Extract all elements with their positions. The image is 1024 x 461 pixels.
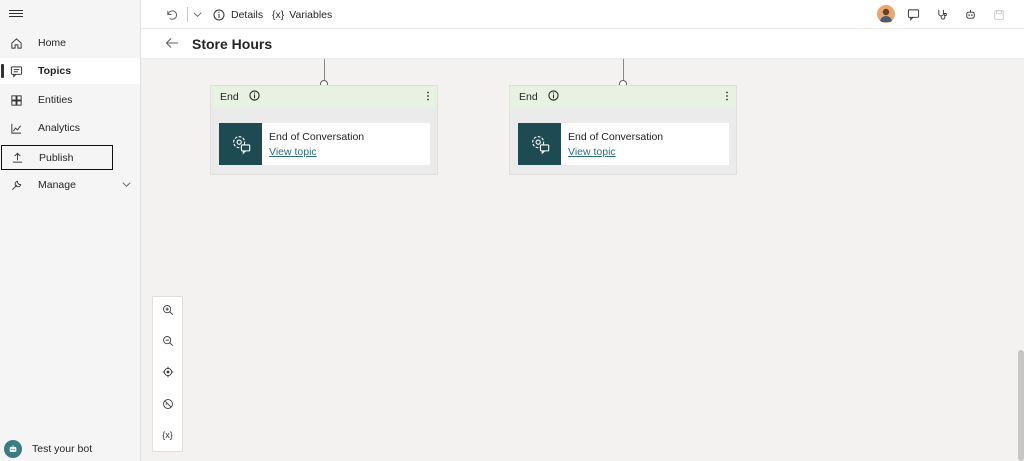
zoom-in-icon[interactable] bbox=[153, 298, 182, 322]
undo-icon[interactable] bbox=[165, 0, 178, 29]
sidebar-item-label: Publish bbox=[39, 151, 74, 164]
test-bot-label: Test your bot bbox=[32, 443, 93, 455]
back-arrow-icon[interactable] bbox=[165, 37, 179, 52]
variables-icon[interactable]: {x} bbox=[153, 423, 182, 447]
sidebar-item-publish[interactable]: Publish bbox=[1, 145, 113, 170]
sidebar-item-analytics[interactable]: Analytics bbox=[0, 115, 140, 141]
zoom-out-icon[interactable] bbox=[153, 329, 182, 353]
end-node[interactable]: End End of Conversation View topic bbox=[509, 85, 737, 175]
chart-icon bbox=[9, 121, 23, 135]
variables-button[interactable]: {x} Variables bbox=[272, 0, 332, 29]
wrench-icon bbox=[9, 178, 23, 192]
details-button[interactable]: Details bbox=[213, 0, 263, 29]
more-options-icon[interactable] bbox=[724, 90, 730, 105]
connector-line bbox=[324, 59, 325, 81]
sidebar-item-manage[interactable]: Manage bbox=[0, 172, 140, 198]
bot-icon bbox=[4, 440, 22, 458]
end-of-conversation-card: End of Conversation View topic bbox=[219, 123, 430, 165]
node-header: End bbox=[211, 86, 437, 108]
node-title: End bbox=[519, 91, 538, 103]
info-icon[interactable] bbox=[548, 90, 559, 104]
stethoscope-icon[interactable] bbox=[936, 0, 949, 29]
upload-icon bbox=[10, 151, 24, 165]
sidebar-item-label: Home bbox=[38, 37, 67, 49]
comment-icon[interactable] bbox=[907, 0, 920, 29]
home-icon bbox=[9, 36, 23, 50]
card-title: End of Conversation bbox=[568, 131, 664, 143]
bot-icon[interactable] bbox=[964, 0, 977, 29]
more-options-icon[interactable] bbox=[425, 90, 431, 105]
end-node[interactable]: End End of Conversation View topic bbox=[210, 85, 438, 175]
top-toolbar: Details {x} Variables bbox=[141, 0, 1024, 29]
recenter-icon[interactable] bbox=[153, 360, 182, 384]
sidebar-item-home[interactable]: Home bbox=[0, 30, 140, 56]
sidebar: Home Topics Entities Analytics Publish M… bbox=[0, 0, 141, 461]
chevron-down-icon[interactable] bbox=[192, 0, 203, 29]
variables-icon: {x} bbox=[272, 8, 285, 21]
gear-chat-icon bbox=[518, 123, 561, 165]
view-topic-link[interactable]: View topic bbox=[568, 146, 663, 158]
entities-icon bbox=[9, 93, 23, 107]
test-bot-button[interactable]: Test your bot bbox=[4, 440, 92, 458]
page-header: Store Hours bbox=[141, 29, 1024, 59]
sidebar-item-entities[interactable]: Entities bbox=[0, 87, 140, 113]
card-title: End of Conversation bbox=[269, 131, 365, 143]
save-icon[interactable] bbox=[993, 0, 1005, 29]
node-header: End bbox=[510, 86, 736, 108]
connector-line bbox=[623, 59, 624, 81]
details-label: Details bbox=[231, 8, 264, 21]
avatar[interactable] bbox=[877, 5, 895, 23]
hamburger-menu-icon[interactable] bbox=[9, 8, 23, 20]
vertical-scrollbar[interactable] bbox=[1018, 350, 1024, 461]
sidebar-item-label: Entities bbox=[38, 94, 73, 106]
variables-label: Variables bbox=[289, 8, 333, 21]
sidebar-item-label: Topics bbox=[38, 65, 72, 77]
fit-view-icon[interactable] bbox=[153, 392, 182, 416]
info-icon[interactable] bbox=[249, 90, 260, 104]
toolbar-divider bbox=[187, 7, 188, 22]
sidebar-item-topics[interactable]: Topics bbox=[0, 58, 140, 84]
view-topic-link[interactable]: View topic bbox=[269, 146, 364, 158]
sidebar-item-label: Analytics bbox=[38, 122, 81, 134]
chat-icon bbox=[9, 64, 23, 78]
page-title: Store Hours bbox=[192, 36, 273, 52]
end-of-conversation-card: End of Conversation View topic bbox=[518, 123, 729, 165]
info-icon bbox=[213, 9, 225, 20]
zoom-controls: {x} bbox=[152, 296, 183, 452]
chevron-down-icon[interactable] bbox=[121, 179, 132, 193]
node-title: End bbox=[220, 91, 239, 103]
sidebar-item-label: Manage bbox=[38, 179, 76, 191]
gear-chat-icon bbox=[219, 123, 262, 165]
authoring-canvas[interactable]: End End of Conversation View topic End E… bbox=[141, 59, 1024, 461]
